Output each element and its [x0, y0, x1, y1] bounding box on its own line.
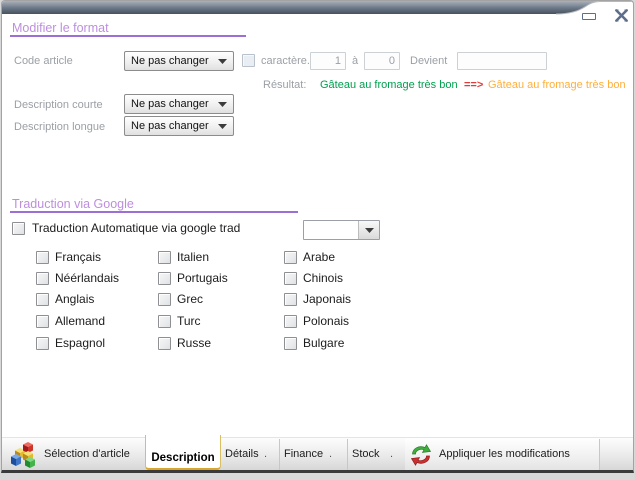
checkbox-grec[interactable] [158, 293, 171, 306]
chevron-down-icon [218, 55, 227, 67]
tab-description-label: Description [151, 452, 214, 464]
section-underline-format [10, 35, 246, 37]
apply-modifications-label: Appliquer les modifications [439, 448, 570, 460]
checkbox-allemand[interactable] [36, 315, 49, 328]
checkbox-bulgare[interactable] [284, 337, 297, 350]
resultat-after-text: Gâteau au fromage très bon [488, 79, 626, 91]
label-francais: Français [55, 251, 101, 264]
tab-details[interactable]: Détails . [221, 438, 279, 472]
checkbox-chinois[interactable] [284, 272, 297, 285]
checkbox-turc[interactable] [158, 315, 171, 328]
section-underline-traduction [10, 211, 298, 213]
checkbox-italien[interactable] [158, 251, 171, 264]
checkbox-neerlandais[interactable] [36, 272, 49, 285]
minimize-icon [582, 13, 596, 20]
titlebar-swoosh [2, 1, 633, 15]
chevron-down-icon [218, 120, 227, 132]
language-combo-value [304, 221, 358, 239]
description-longue-combo-value: Ne pas changer [131, 120, 209, 132]
description-courte-label: Description courte [14, 99, 103, 112]
label-chinois: Chinois [303, 272, 343, 285]
checkbox-arabe[interactable] [284, 251, 297, 264]
label-portugais: Portugais [177, 272, 228, 285]
tab-details-label: Détails [225, 448, 259, 460]
code-article-combo-value: Ne pas changer [131, 55, 209, 67]
checkbox-portugais[interactable] [158, 272, 171, 285]
section-title-format: Modifier le format [12, 21, 109, 35]
tab-description-active[interactable]: Description [145, 435, 221, 470]
description-courte-combo-value: Ne pas changer [131, 98, 209, 110]
checkbox-polonais[interactable] [284, 315, 297, 328]
label-russe: Russe [177, 337, 211, 350]
close-icon [614, 9, 629, 22]
auto-translation-label: Traduction Automatique via google trad [32, 222, 240, 235]
label-grec: Grec [177, 293, 203, 306]
bottom-tab-strip: Sélection d'article Description Détails … [2, 437, 633, 472]
chevron-down-icon [358, 221, 379, 239]
devient-label: Devient [410, 55, 447, 68]
chevron-down-icon [218, 98, 227, 110]
label-bulgare: Bulgare [303, 337, 344, 350]
label-espagnol: Espagnol [55, 337, 105, 350]
colored-cubes-icon [10, 441, 38, 469]
description-longue-combo[interactable]: Ne pas changer [124, 116, 234, 136]
tab-details-dot: . [264, 448, 267, 460]
checkbox-anglais[interactable] [36, 293, 49, 306]
label-anglais: Anglais [55, 293, 94, 306]
description-courte-combo[interactable]: Ne pas changer [124, 94, 234, 114]
dialog-window: Modifier le format Code article Ne pas c… [1, 0, 634, 473]
description-longue-label: Description longue [14, 121, 105, 134]
checkbox-russe[interactable] [158, 337, 171, 350]
minimize-button[interactable] [580, 10, 598, 22]
resultat-label: Résultat: [263, 79, 306, 92]
language-combo[interactable] [303, 220, 380, 240]
sync-arrows-icon [408, 442, 434, 468]
tab-finance-dot: . [329, 448, 332, 460]
tab-stock-label: Stock [352, 448, 380, 460]
tab-stock[interactable]: Stock . [348, 438, 405, 472]
caractere-label: caractère. [261, 55, 310, 68]
auto-translation-checkbox[interactable] [12, 222, 25, 235]
caractere-checkbox [242, 54, 255, 67]
label-arabe: Arabe [303, 251, 335, 264]
tab-selection-article[interactable]: Sélection d'article [2, 438, 145, 472]
label-neerlandais: Néérlandais [55, 272, 119, 285]
resultat-arrow: ==> [464, 79, 483, 91]
label-turc: Turc [177, 315, 201, 328]
label-italien: Italien [177, 251, 209, 264]
tab-finance[interactable]: Finance . [280, 438, 347, 472]
checkbox-espagnol[interactable] [36, 337, 49, 350]
char-a-label: à [352, 55, 358, 68]
tab-selection-article-label: Sélection d'article [44, 448, 130, 460]
code-article-combo[interactable]: Ne pas changer [124, 51, 234, 71]
tab-stock-dot: . [390, 448, 393, 460]
code-article-label: Code article [14, 55, 73, 68]
close-button[interactable] [612, 8, 630, 23]
apply-modifications-button[interactable]: Appliquer les modifications [405, 438, 599, 472]
label-allemand: Allemand [55, 315, 105, 328]
char-from-input [310, 52, 346, 70]
tab-finance-label: Finance [284, 448, 323, 460]
char-to-input [364, 52, 400, 70]
tab-separator [599, 439, 600, 471]
devient-input [457, 52, 547, 70]
section-title-traduction: Traduction via Google [12, 197, 134, 211]
label-polonais: Polonais [303, 315, 349, 328]
resultat-before-text: Gâteau au fromage très bon [320, 79, 458, 91]
checkbox-japonais[interactable] [284, 293, 297, 306]
checkbox-francais[interactable] [36, 251, 49, 264]
label-japonais: Japonais [303, 293, 351, 306]
screen: { "window": { "minimize_icon": "▭", "clo… [0, 0, 635, 480]
